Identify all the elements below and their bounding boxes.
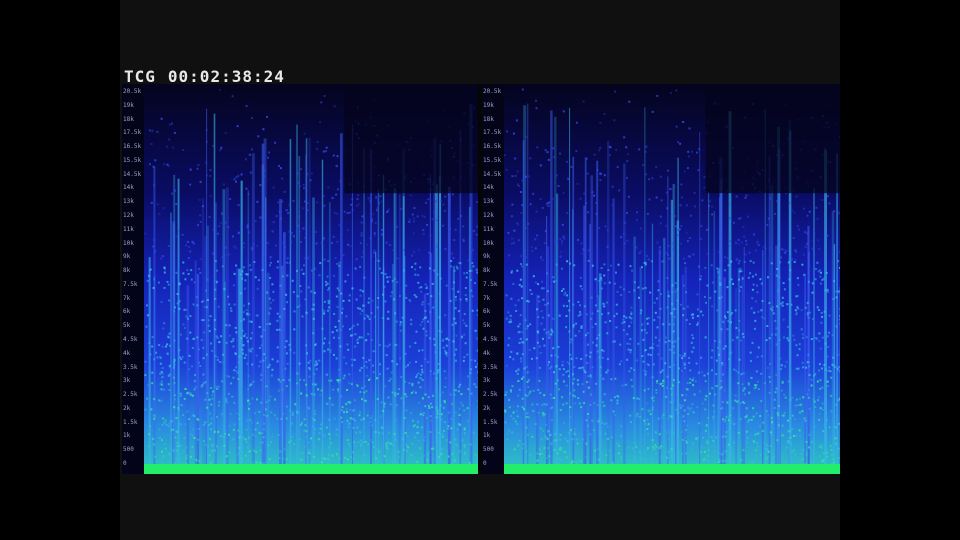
axis-tick-label: 2k (483, 404, 491, 412)
axis-tick-label: 9k (123, 253, 131, 261)
axis-tick-label: 20.5k (123, 88, 142, 95)
axis-tick-label: 15.5k (123, 156, 142, 164)
axis-tick-label: 1k (123, 432, 131, 440)
axis-tick-label: 11k (483, 225, 494, 233)
axis-tick-label: 15.5k (483, 156, 502, 164)
axis-tick-label: 20.5k (483, 88, 502, 95)
axis-tick-label: 1k (483, 432, 491, 440)
axis-tick-label: 13k (483, 198, 494, 206)
axis-tick-label: 500 (483, 446, 494, 454)
axis-tick-label: 2.5k (123, 391, 138, 399)
axis-tick-label: 4k (123, 349, 131, 357)
axis-tick-label: 0 (123, 460, 127, 467)
axis-tick-label: 10k (123, 239, 134, 247)
axis-tick-label: 4.5k (123, 336, 138, 343)
axis-tick-label: 1.5k (123, 418, 138, 426)
axis-tick-label: 1.5k (483, 418, 498, 426)
axis-tick-label: 17.5k (483, 129, 502, 137)
axis-tick-label: 500 (123, 446, 134, 454)
frequency-axis-right: 20.5k 19k 18k 17.5k 16.5k 15.5k 14.5k 14k 13k 12k… (482, 84, 504, 472)
axis-tick-label: 7.5k (123, 280, 138, 288)
axis-tick-label: 18k (123, 115, 134, 123)
axis-tick-label: 4.5k (483, 336, 498, 343)
axis-tick-label: 5k (123, 322, 131, 330)
axis-tick-label: 2k (123, 404, 131, 412)
axis-tick-label: 16.5k (123, 143, 142, 151)
axis-tick-label: 13k (123, 198, 134, 206)
axis-tick-label: 3k (483, 377, 491, 385)
video-stage: TCG 00:02:38:24 20.5k 19k 18k 17.5k 16.5k 15.5… (0, 0, 960, 540)
axis-tick-label: 14k (483, 184, 494, 192)
axis-tick-label: 3.5k (123, 363, 138, 371)
axis-tick-label: 7k (123, 294, 131, 302)
axis-tick-label: 5k (483, 322, 491, 330)
axis-tick-label: 3.5k (483, 363, 498, 371)
axis-tick-label: 7k (483, 294, 491, 302)
axis-tick-label: 9k (483, 253, 491, 261)
axis-tick-label: 12k (123, 212, 134, 219)
axis-tick-label: 14.5k (123, 170, 142, 178)
axis-tick-label: 16.5k (483, 143, 502, 151)
axis-tick-label: 17.5k (123, 129, 142, 137)
axis-tick-label: 12k (483, 212, 494, 219)
axis-tick-label: 11k (123, 225, 134, 233)
axis-tick-label: 19k (123, 101, 134, 109)
axis-tick-label: 6k (123, 308, 131, 316)
axis-tick-label: 6k (483, 308, 491, 316)
axis-tick-label: 19k (483, 101, 494, 109)
axis-tick-label: 3k (123, 377, 131, 385)
axis-tick-label: 2.5k (483, 391, 498, 399)
axis-tick-label: 18k (483, 115, 494, 123)
axis-tick-label: 0 (483, 460, 487, 467)
axis-tick-label: 14.5k (483, 170, 502, 178)
axis-tick-label: 8k (123, 267, 131, 275)
axis-tick-label: 4k (483, 349, 491, 357)
axis-tick-label: 7.5k (483, 280, 498, 288)
frequency-axis-left: 20.5k 19k 18k 17.5k 16.5k 15.5k 14.5k 14k 13k 12k… (122, 84, 144, 472)
spectrogram-left (144, 84, 478, 474)
spectrogram-left-panel: 20.5k 19k 18k 17.5k 16.5k 15.5k 14.5k 14k 13k 12k… (122, 84, 478, 474)
spectrogram-right-panel: 20.5k 19k 18k 17.5k 16.5k 15.5k 14.5k 14k 13k 12k… (482, 84, 840, 474)
spectrogram-right (504, 84, 840, 474)
axis-tick-label: 8k (483, 267, 491, 275)
axis-tick-label: 10k (483, 239, 494, 247)
axis-tick-label: 14k (123, 184, 134, 192)
